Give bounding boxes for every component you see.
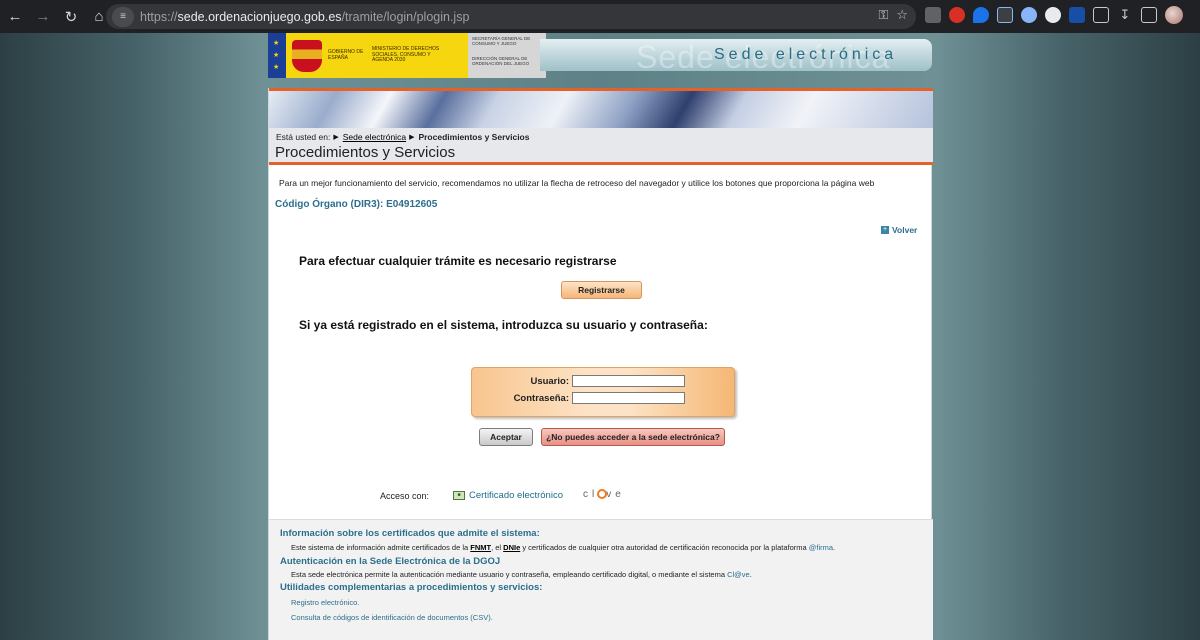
extension-globe-icon[interactable] bbox=[1021, 7, 1037, 23]
username-label: Usuario: bbox=[530, 375, 569, 387]
address-bar[interactable]: ≡ https://sede.ordenacionjuego.gob.es/tr… bbox=[106, 4, 916, 29]
site-header: ★ ★ ★ GOBIERNO DE ESPAÑA MINISTERIO DE DER… bbox=[268, 33, 932, 81]
authentication-text: Esta sede electrónica permite la autenti… bbox=[291, 570, 752, 579]
fnmt-link[interactable]: FNMT bbox=[470, 543, 491, 552]
authentication-heading: Autenticación en la Sede Electrónica de … bbox=[280, 556, 501, 567]
clave-text-right: ve bbox=[606, 489, 625, 500]
firma-link[interactable]: @firma bbox=[809, 543, 833, 552]
clave-text-left: cl bbox=[583, 489, 599, 500]
breadcrumb-prefix: Está usted en: bbox=[276, 132, 331, 142]
url-text[interactable]: https://sede.ordenacionjuego.gob.es/tram… bbox=[140, 10, 469, 24]
extension-tab-icon[interactable] bbox=[925, 7, 941, 23]
eu-flag-icon: ★ ★ ★ bbox=[268, 33, 286, 78]
back-link[interactable]: + Volver bbox=[881, 225, 917, 235]
extension-red-shield-icon[interactable] bbox=[949, 7, 965, 23]
extension-translate-icon[interactable] bbox=[997, 7, 1013, 23]
profile-avatar[interactable] bbox=[1165, 6, 1183, 24]
extension-drop-icon[interactable] bbox=[973, 7, 989, 23]
password-input[interactable] bbox=[572, 392, 685, 404]
info-section: Información sobre los certificados que a… bbox=[269, 519, 933, 640]
login-heading: Si ya está registrado en el sistema, int… bbox=[299, 318, 708, 332]
username-row: Usuario: bbox=[498, 375, 685, 387]
ministry-label: MINISTERIO DE DERECHOS SOCIALES, CONSUMO… bbox=[372, 46, 440, 64]
registro-electronico-link[interactable]: Registro electrónico. bbox=[291, 598, 359, 607]
directorate-label: DIRECCIÓN GENERAL DE ORDENACIÓN DEL JUEG… bbox=[472, 56, 530, 66]
accept-button[interactable]: Aceptar bbox=[479, 428, 533, 446]
clave-info-link[interactable]: Cl@ve bbox=[727, 570, 750, 579]
secretariat-label: SECRETARÍA GENERAL DE CONSUMO Y JUEGO bbox=[472, 36, 531, 46]
page-title: Procedimientos y Servicios bbox=[275, 144, 456, 161]
extensions-puzzle-icon[interactable] bbox=[1093, 7, 1109, 23]
back-plus-icon: + bbox=[881, 226, 889, 234]
url-host: sede.ordenacionjuego.gob.es bbox=[177, 9, 342, 24]
forward-arrow-icon[interactable]: → bbox=[30, 4, 56, 30]
page-viewport: ★ ★ ★ GOBIERNO DE ESPAÑA MINISTERIO DE DER… bbox=[0, 33, 1200, 640]
decorative-banner bbox=[269, 88, 933, 128]
csv-lookup-link[interactable]: Consulta de códigos de identificación de… bbox=[291, 613, 493, 622]
main-panel: Está usted en: ▶ Sede electrónica ▶ Proc… bbox=[268, 88, 933, 640]
coat-of-arms-icon bbox=[292, 39, 322, 72]
certificates-text: Este sistema de información admite certi… bbox=[291, 543, 836, 552]
register-heading: Para efectuar cualquier trámite es neces… bbox=[299, 254, 617, 268]
bookmark-star-icon[interactable]: ☆ bbox=[896, 7, 908, 23]
site-title: Sede electrónica bbox=[714, 46, 898, 63]
username-input[interactable] bbox=[572, 375, 685, 387]
back-arrow-icon[interactable]: ← bbox=[2, 4, 28, 30]
extension-circle-icon[interactable] bbox=[1045, 7, 1061, 23]
browser-toolbar: ← → ↻ ⌂ ≡ https://sede.ordenacionjuego.g… bbox=[0, 0, 1200, 33]
site-settings-icon[interactable]: ≡ bbox=[112, 6, 134, 27]
download-icon[interactable]: ↧ bbox=[1117, 7, 1133, 23]
reload-icon[interactable]: ↻ bbox=[58, 4, 84, 30]
dir3-code: Código Órgano (DIR3): E04912605 bbox=[275, 199, 438, 210]
password-row: Contraseña: bbox=[498, 392, 685, 404]
breadcrumb-arrow-icon: ▶ bbox=[409, 134, 415, 141]
certificate-login-link[interactable]: Certificado electrónico bbox=[469, 490, 563, 501]
sidepanel-icon[interactable] bbox=[1141, 7, 1157, 23]
government-logo[interactable]: ★ ★ ★ GOBIERNO DE ESPAÑA MINISTERIO DE DER… bbox=[268, 33, 468, 78]
certificate-icon[interactable]: ■ bbox=[453, 491, 465, 500]
utilities-heading: Utilidades complementarias a procedimien… bbox=[280, 582, 543, 593]
gov-label: GOBIERNO DE ESPAÑA bbox=[328, 49, 364, 61]
password-label: Contraseña: bbox=[513, 392, 569, 404]
breadcrumb-home-link[interactable]: Sede electrónica bbox=[343, 132, 406, 142]
url-path: /tramite/login/plogin.jsp bbox=[341, 9, 470, 24]
url-scheme: https:// bbox=[140, 9, 178, 24]
breadcrumb-arrow-icon: ▶ bbox=[333, 134, 339, 141]
cannot-access-button[interactable]: ¿No puedes acceder a la sede electrónica… bbox=[541, 428, 725, 446]
register-button[interactable]: Registrarse bbox=[561, 281, 642, 299]
password-key-icon[interactable]: ⚿ bbox=[878, 7, 888, 23]
secretariat-box: SECRETARÍA GENERAL DE CONSUMO Y JUEGO DI… bbox=[468, 33, 546, 78]
certificates-heading: Información sobre los certificados que a… bbox=[280, 528, 540, 539]
dnie-link[interactable]: DNIe bbox=[503, 543, 520, 552]
breadcrumb-current: Procedimientos y Servicios bbox=[418, 132, 530, 142]
login-form: Usuario: Contraseña: bbox=[471, 367, 735, 417]
access-label: Acceso con: bbox=[380, 491, 430, 501]
breadcrumb-area: Está usted en: ▶ Sede electrónica ▶ Proc… bbox=[269, 128, 933, 165]
navigation-notice: Para un mejor funcionamiento del servici… bbox=[279, 178, 875, 188]
clave-login-link[interactable]: cl ve bbox=[583, 489, 625, 500]
extension-square-icon[interactable] bbox=[1069, 7, 1085, 23]
breadcrumb: Está usted en: ▶ Sede electrónica ▶ Proc… bbox=[276, 132, 529, 142]
back-label[interactable]: Volver bbox=[892, 225, 917, 235]
